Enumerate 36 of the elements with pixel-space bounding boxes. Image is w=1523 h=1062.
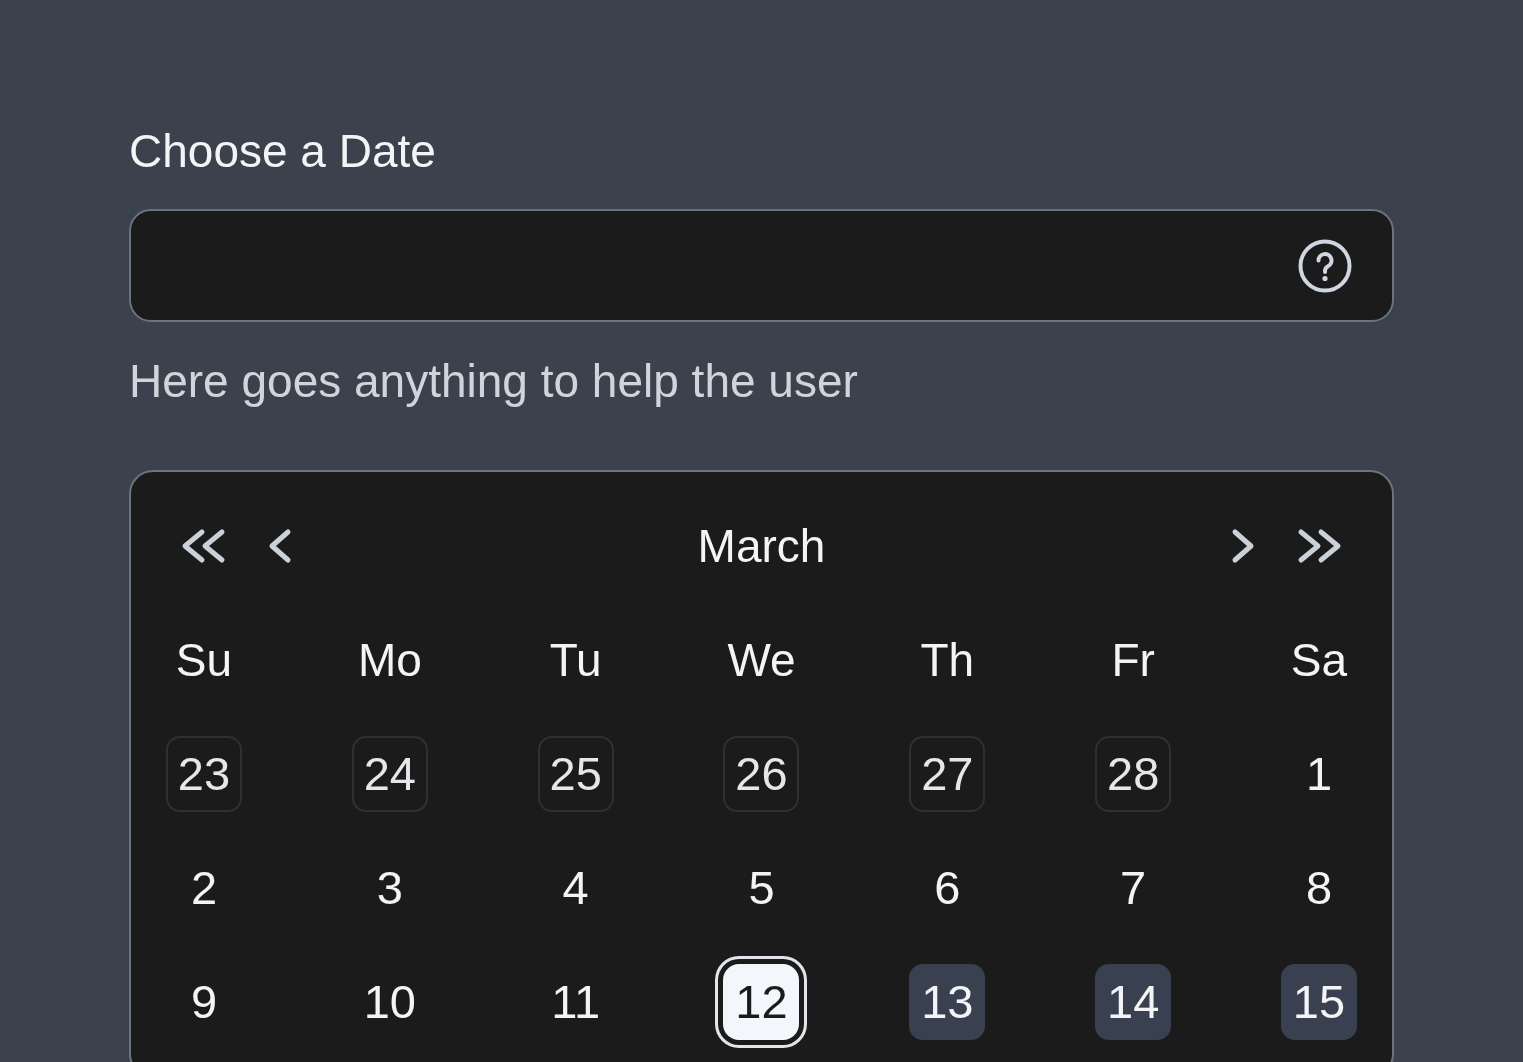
calendar-day[interactable]: 10 [351,964,428,1040]
date-input-field[interactable] [129,209,1394,322]
weekday-label: Sa [1290,634,1348,686]
calendar-day[interactable]: 7 [1095,850,1172,926]
double-chevron-left-icon[interactable] [181,528,227,564]
calendar-day[interactable]: 11 [537,964,614,1040]
month-title: March [697,520,826,572]
weekday-label: Su [175,634,233,686]
calendar-day[interactable]: 15 [1280,964,1357,1040]
calendar-day[interactable]: 4 [537,850,614,926]
calendar-day[interactable]: 1 [1280,736,1357,812]
calendar-day[interactable]: 25 [537,736,614,812]
calendar-day[interactable]: 5 [723,850,800,926]
weekday-label: We [727,634,796,686]
calendar-day[interactable]: 27 [909,736,986,812]
help-icon[interactable] [1298,238,1352,293]
calendar-day[interactable]: 14 [1095,964,1172,1040]
calendar-day[interactable]: 2 [166,850,242,926]
chevron-left-icon[interactable] [268,528,292,564]
chevron-right-icon[interactable] [1231,528,1255,564]
calendar-day[interactable]: 3 [351,850,428,926]
calendar-day[interactable]: 9 [166,964,242,1040]
calendar-day[interactable]: 8 [1280,850,1357,926]
helper-text: Here goes anything to help the user [129,355,858,407]
weekday-label: Th [920,634,975,686]
calendar-day[interactable]: 26 [723,736,800,812]
calendar-day[interactable]: 28 [1095,736,1172,812]
calendar-day[interactable]: 6 [909,850,986,926]
double-chevron-right-icon[interactable] [1296,528,1342,564]
calendar-day[interactable]: 23 [166,736,242,812]
weekday-label: Fr [1111,634,1155,686]
field-label: Choose a Date [129,125,436,177]
weekday-label: Mo [357,634,422,686]
weekday-label: Tu [549,634,602,686]
calendar-day[interactable]: 13 [909,964,986,1040]
calendar-day[interactable]: 24 [351,736,428,812]
